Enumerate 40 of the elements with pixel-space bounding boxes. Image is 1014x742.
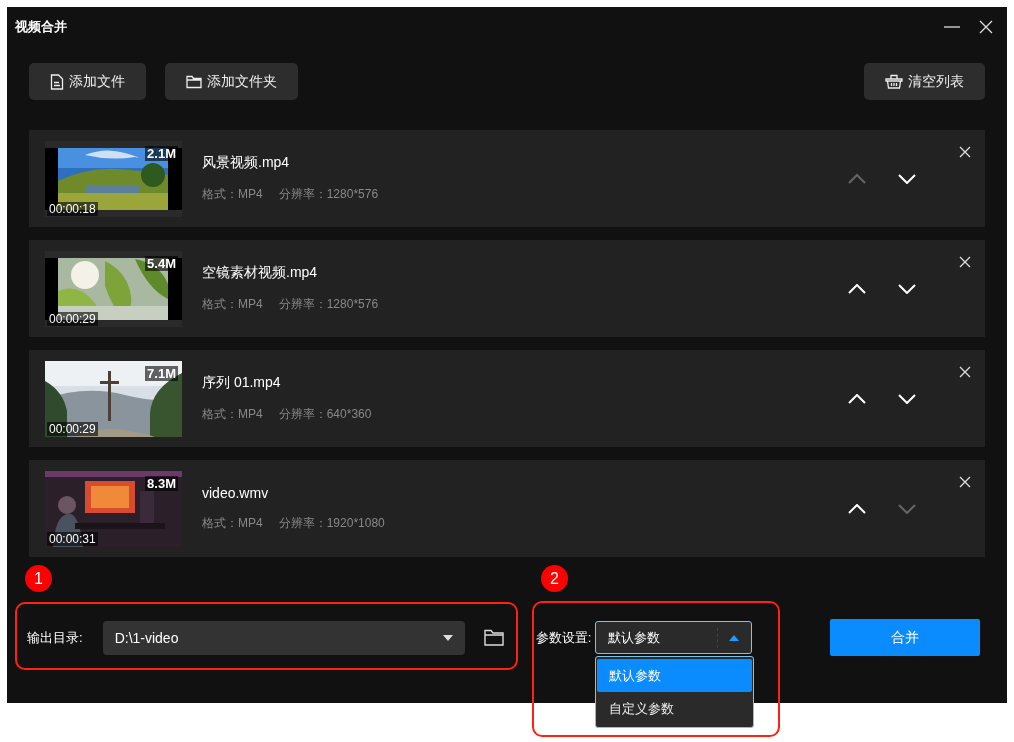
resolution-text: 分辨率：1280*576 [278, 296, 379, 313]
format-text: 格式：MP4 [202, 296, 263, 313]
resolution-text: 分辨率：1280*576 [278, 186, 379, 203]
duration: 00:00:29 [47, 421, 98, 436]
format-text: 格式：MP4 [202, 406, 263, 423]
file-size: 5.4M [145, 255, 178, 271]
file-size: 2.1M [145, 145, 178, 161]
params-label: 参数设置: [535, 628, 592, 647]
output-label: 输出目录: [27, 628, 83, 647]
file-icon [50, 73, 64, 90]
file-name: 空镜素材视频.mp4 [202, 264, 319, 282]
format-text: 格式：MP4 [202, 186, 263, 203]
resolution-text: 分辨率：640*360 [278, 406, 372, 423]
add-folder-button[interactable]: 添加文件夹 [165, 63, 298, 100]
close-icon[interactable] [979, 20, 993, 34]
duration: 00:00:31 [47, 531, 98, 546]
duration: 00:00:18 [47, 201, 98, 216]
window-title: 视频合并 [15, 18, 67, 36]
remove-icon[interactable] [959, 366, 971, 378]
output-dropdown[interactable]: D:\1-video [102, 620, 465, 655]
caret-icon [729, 634, 740, 641]
file-size: 7.1M [145, 365, 178, 381]
resolution-text: 分辨率：1920*1080 [278, 515, 385, 532]
remove-icon[interactable] [959, 256, 971, 268]
file-name: 风景视频.mp4 [202, 154, 291, 172]
basket-icon [885, 74, 903, 89]
file-name: video.wmv [202, 485, 270, 501]
params-dropdown[interactable]: 默认参数 [595, 621, 753, 654]
duration: 00:00:29 [47, 311, 98, 326]
file-name: 序列 01.mp4 [202, 374, 282, 392]
format-text: 格式：MP4 [202, 515, 263, 532]
dropdown-option[interactable]: 自定义参数 [597, 692, 753, 725]
file-size: 8.3M [145, 475, 178, 491]
folder-icon [186, 74, 202, 89]
remove-icon[interactable] [959, 476, 971, 488]
folder-icon[interactable] [483, 629, 504, 646]
clear-list-button[interactable]: 清空列表 [864, 63, 985, 100]
add-file-button[interactable]: 添加文件 [29, 63, 146, 100]
remove-icon[interactable] [959, 146, 971, 158]
caret-icon [442, 634, 453, 641]
